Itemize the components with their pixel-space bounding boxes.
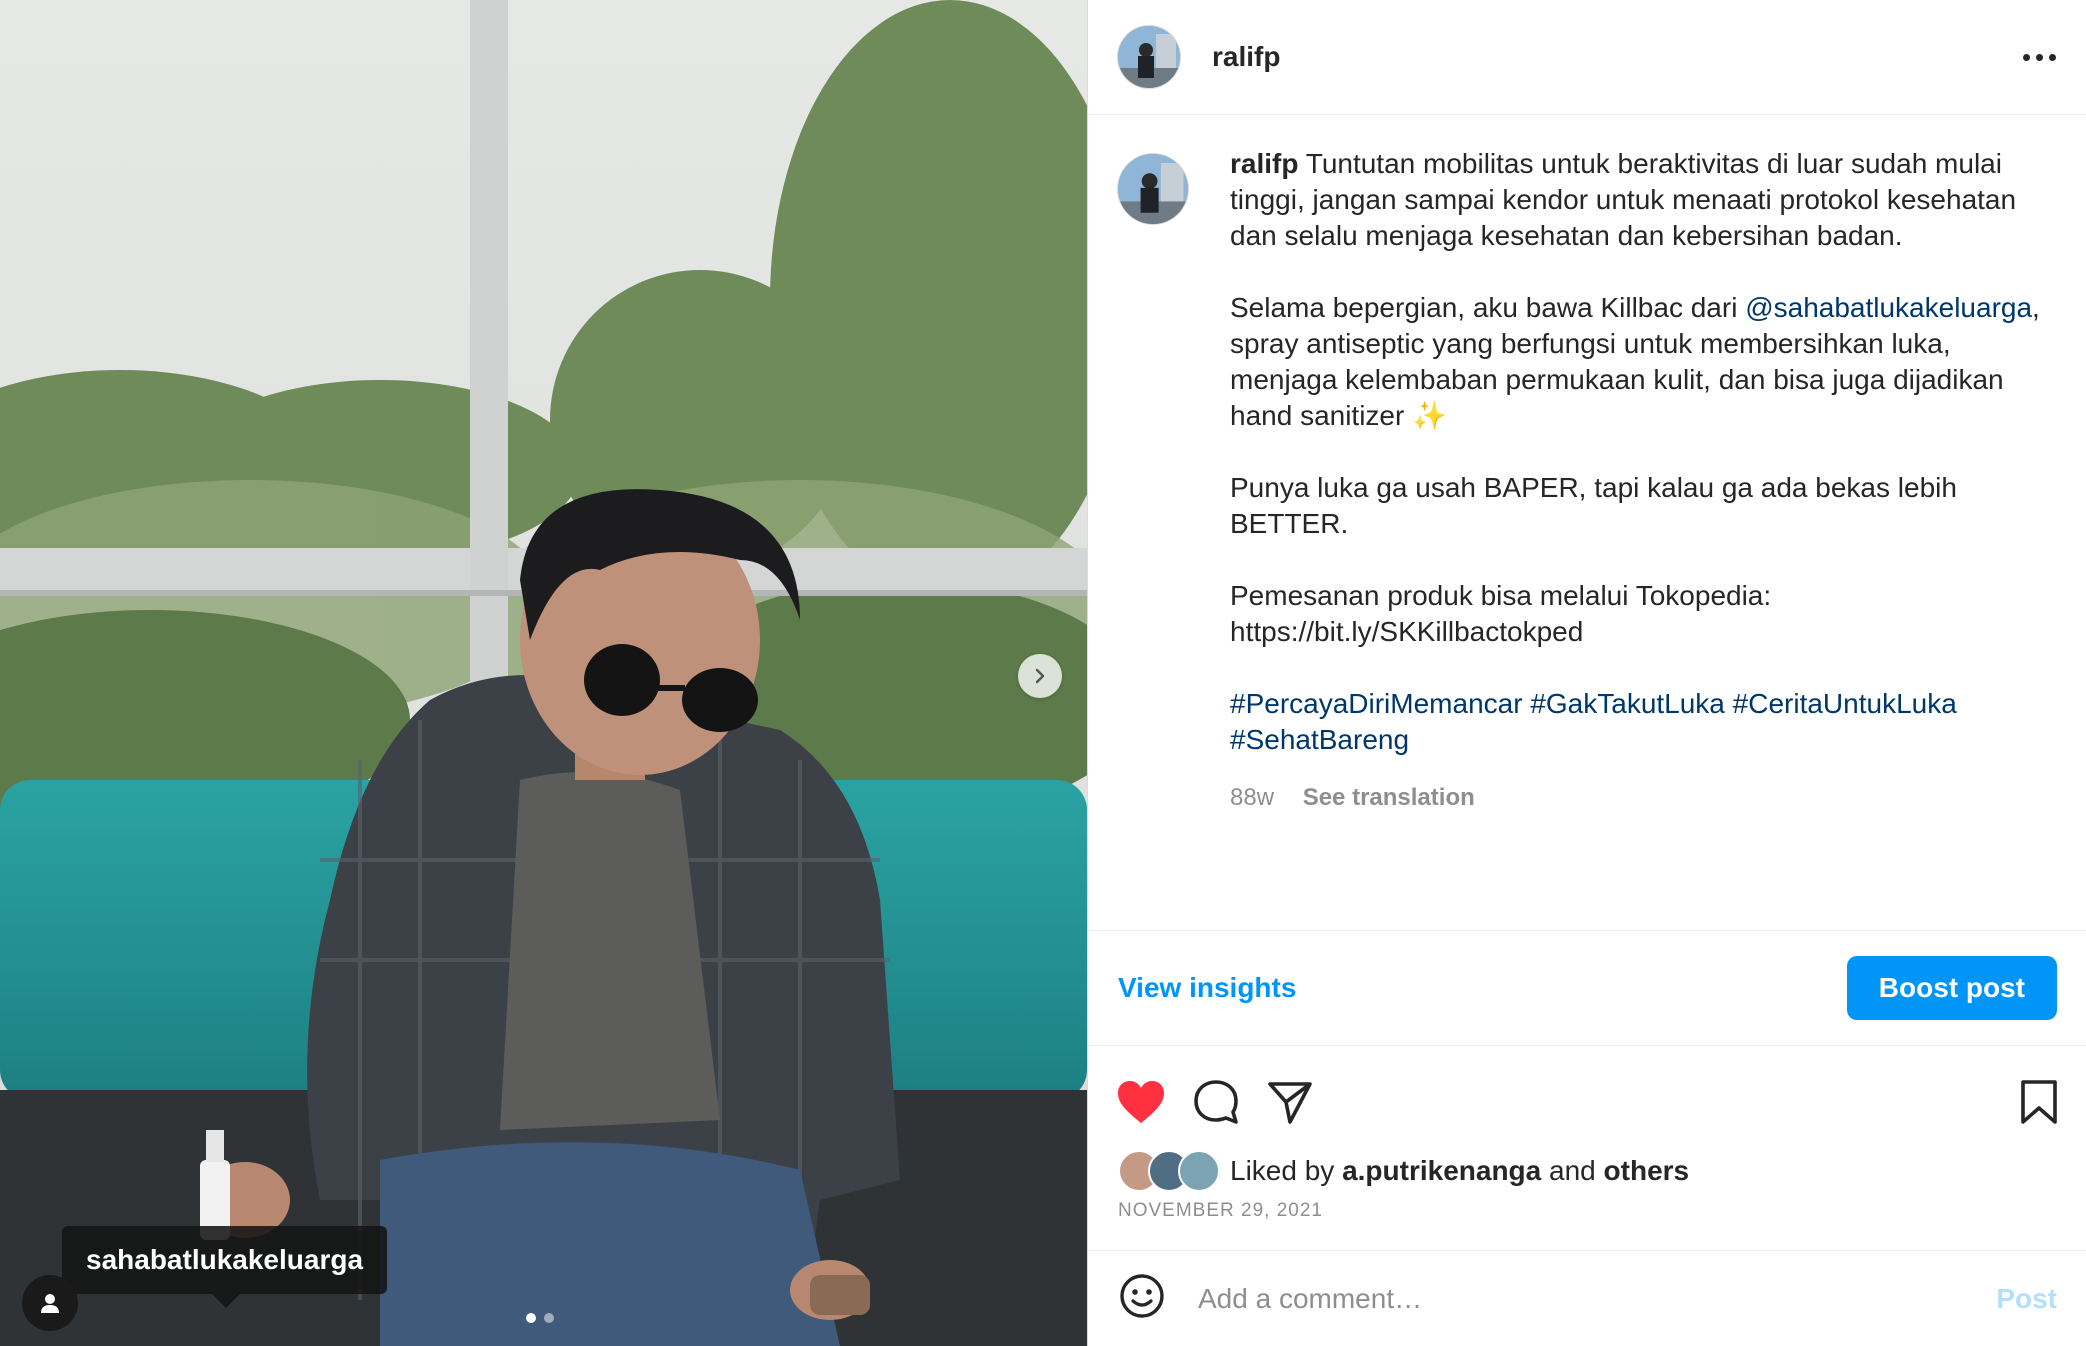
avatar[interactable] xyxy=(1118,26,1180,88)
post-comment-button[interactable]: Post xyxy=(1996,1283,2057,1315)
emoji-icon xyxy=(1120,1274,1164,1318)
insights-bar: View insights Boost post xyxy=(1088,930,2086,1046)
comment-box: Post xyxy=(1088,1250,2086,1346)
post-caption: ralifp Tuntutan mobilitas untuk beraktiv… xyxy=(1088,114,2086,930)
user-tag-button[interactable] xyxy=(22,1275,78,1331)
avatar-image xyxy=(1118,26,1180,88)
comment-input[interactable] xyxy=(1196,1281,1997,1316)
share-icon xyxy=(1268,1082,1312,1124)
caption-paragraph-2a: Selama bepergian, aku bawa Killbac dari xyxy=(1230,292,1746,323)
liked-by-user[interactable]: a.putrikenanga xyxy=(1342,1155,1541,1187)
post-author-username[interactable]: ralifp xyxy=(1212,41,1280,73)
post-date: NOVEMBER 29, 2021 xyxy=(1118,1200,1323,1221)
carousel-indicator xyxy=(526,1313,554,1323)
like-button[interactable] xyxy=(1116,1079,1166,1125)
instagram-post-view: sahabatlukakeluarga ralifp ralifp Tuntut… xyxy=(0,0,2086,1346)
caption-text: ralifp Tuntutan mobilitas untuk beraktiv… xyxy=(1230,146,2050,930)
carousel-dot xyxy=(544,1313,554,1323)
caption-meta: 88w See translation xyxy=(1230,780,2050,816)
see-translation-button[interactable]: See translation xyxy=(1303,784,1475,811)
comment-icon xyxy=(1194,1080,1238,1124)
next-photo-button[interactable] xyxy=(1018,654,1062,698)
caption-hashtags[interactable]: #PercayaDiriMemancar #GakTakutLuka #Ceri… xyxy=(1230,686,2050,758)
emoji-button[interactable] xyxy=(1118,1272,1166,1325)
photo-scene xyxy=(0,0,1087,1346)
liked-by-prefix: Liked by xyxy=(1230,1155,1343,1186)
mention-link[interactable]: @sahabatlukakeluarga xyxy=(1745,292,2032,323)
caption-paragraph-1: Tuntutan mobilitas untuk beraktivitas di… xyxy=(1230,148,2017,251)
save-button[interactable] xyxy=(2019,1078,2059,1126)
post-header: ralifp xyxy=(1088,0,2086,115)
view-insights-link[interactable]: View insights xyxy=(1118,972,1296,1004)
carousel-dot-active xyxy=(526,1313,536,1323)
user-tag-icon xyxy=(41,1294,59,1313)
caption-paragraph-3: Punya luka ga usah BAPER, tapi kalau ga … xyxy=(1230,472,1957,539)
liker-avatar xyxy=(1178,1150,1220,1192)
avatar-image xyxy=(1118,154,1188,224)
bookmark-icon xyxy=(2021,1080,2057,1124)
post-age: 88w xyxy=(1230,784,1275,811)
comment-button[interactable] xyxy=(1192,1078,1240,1126)
caption-avatar[interactable] xyxy=(1118,154,1188,224)
post-photo[interactable]: sahabatlukakeluarga xyxy=(0,0,1087,1346)
liked-by-others[interactable]: others xyxy=(1604,1155,1690,1187)
chevron-right-icon xyxy=(1035,668,1045,684)
post-actions xyxy=(1088,1070,2086,1134)
likes-summary: Liked by a.putrikenanga and others xyxy=(1118,1150,1689,1192)
liker-avatars[interactable] xyxy=(1118,1150,1220,1192)
caption-username[interactable]: ralifp xyxy=(1230,148,1298,179)
photo-user-tag[interactable]: sahabatlukakeluarga xyxy=(62,1226,388,1308)
liked-by-and: and xyxy=(1541,1155,1604,1186)
boost-post-button[interactable]: Boost post xyxy=(1846,956,2057,1020)
more-options-icon[interactable] xyxy=(2023,53,2056,61)
caption-paragraph-4: Pemesanan produk bisa melalui Tokopedia: xyxy=(1230,580,1772,611)
share-button[interactable] xyxy=(1266,1078,1314,1126)
caption-url: https://bit.ly/SKKillbactokped xyxy=(1230,616,1584,647)
heart-icon xyxy=(1118,1081,1164,1123)
post-details-panel: ralifp ralifp Tuntutan mobilitas untuk b… xyxy=(1087,0,2086,1346)
